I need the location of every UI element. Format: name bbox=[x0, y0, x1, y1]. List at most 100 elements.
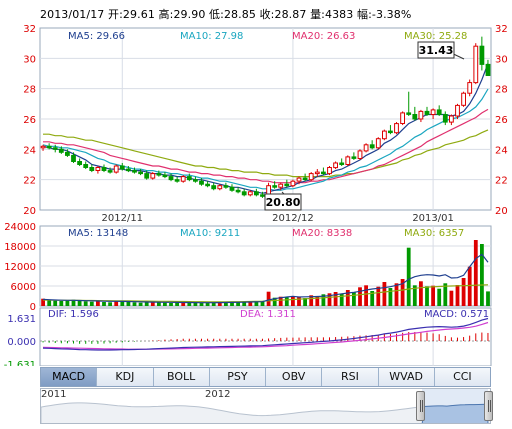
candle-up bbox=[394, 123, 399, 134]
volume-bar bbox=[83, 301, 88, 306]
candle-down bbox=[46, 145, 52, 149]
candle-down bbox=[412, 114, 418, 120]
volume-bar bbox=[467, 266, 472, 306]
indicator-tabs: MACD KDJ BOLL PSY OBV RSI WVAD CCI bbox=[40, 367, 491, 387]
candle-up bbox=[467, 82, 473, 94]
candle-up bbox=[400, 112, 406, 125]
volume-bar bbox=[406, 247, 411, 306]
price-tick-label-left: 20 bbox=[23, 206, 36, 217]
candle-up bbox=[314, 171, 320, 175]
volume-bar bbox=[376, 286, 381, 306]
volume-bar bbox=[47, 300, 52, 306]
candle-down bbox=[321, 171, 326, 175]
volume-bar bbox=[157, 302, 161, 306]
tab-wvad[interactable]: WVAD bbox=[379, 368, 435, 386]
volume-bar bbox=[120, 301, 125, 306]
tab-cci[interactable]: CCI bbox=[435, 368, 490, 386]
price-axis-right: 20 22 24 26 28 30 32 bbox=[495, 24, 508, 217]
volume-bar bbox=[102, 302, 106, 306]
candle-down bbox=[193, 179, 198, 182]
candle-up bbox=[327, 167, 332, 175]
tab-macd[interactable]: MACD bbox=[41, 368, 98, 386]
candle-up bbox=[345, 156, 351, 165]
stock-chart[interactable]: 20222426283032 20222426283032 2012/11 201… bbox=[0, 0, 512, 366]
macd-tick-label: 0.000 bbox=[7, 337, 36, 348]
legend-ma20: MA20: 26.63 bbox=[292, 31, 355, 42]
volume-bar bbox=[297, 297, 301, 306]
candle-down bbox=[424, 110, 430, 115]
price-tick-label-left: 22 bbox=[23, 176, 36, 187]
navigator-selected-area bbox=[421, 403, 489, 423]
price-tick-label-right: 22 bbox=[495, 176, 508, 187]
candle-down bbox=[339, 162, 345, 165]
volume-bar bbox=[224, 302, 228, 306]
price-tick-label-left: 32 bbox=[23, 24, 36, 35]
candle-up bbox=[150, 173, 156, 179]
candle-down bbox=[107, 170, 113, 173]
tab-boll[interactable]: BOLL bbox=[154, 368, 210, 386]
volume-bar bbox=[419, 281, 423, 306]
candle-down bbox=[205, 183, 210, 187]
volume-bar bbox=[480, 244, 484, 306]
candle-down bbox=[58, 148, 64, 153]
candle-up bbox=[461, 92, 467, 106]
navigator-year-2011: 2011 bbox=[41, 389, 67, 400]
candle-up bbox=[40, 145, 46, 149]
candle-down bbox=[119, 165, 125, 170]
price-axis-left: 20 22 24 26 28 30 32 bbox=[23, 24, 36, 217]
candle-down bbox=[229, 186, 235, 191]
vol-legend-ma5: MA5: 13148 bbox=[68, 228, 128, 239]
price-tick-label-left: 30 bbox=[23, 54, 36, 65]
volume-bar bbox=[382, 282, 387, 306]
navigator-right-handle[interactable] bbox=[484, 391, 493, 421]
candle-up bbox=[290, 180, 296, 187]
tab-obv[interactable]: OBV bbox=[266, 368, 323, 386]
candle-up bbox=[363, 144, 369, 152]
volume-bar bbox=[358, 287, 362, 306]
candle-down bbox=[406, 112, 412, 115]
candle-up bbox=[113, 165, 119, 173]
volume-bar bbox=[254, 302, 259, 306]
candle-down bbox=[223, 185, 229, 188]
volume-bar bbox=[364, 285, 368, 306]
date-axis: 2012/11 2012/12 2013/01 bbox=[102, 213, 454, 224]
volume-bar bbox=[77, 301, 82, 306]
candle-down bbox=[71, 154, 76, 162]
volume-bar bbox=[65, 300, 70, 306]
candle-down bbox=[436, 109, 442, 116]
candle-down bbox=[485, 63, 491, 77]
tab-kdj[interactable]: KDJ bbox=[97, 368, 154, 386]
volume-tick-label: 12000 bbox=[4, 262, 36, 273]
navigator-left-handle[interactable] bbox=[416, 391, 425, 421]
macd-legend-dea: DEA: 1.311 bbox=[240, 309, 296, 320]
candle-up bbox=[95, 167, 101, 171]
macd-tick-label: 1.631 bbox=[7, 314, 36, 325]
volume-bar bbox=[126, 302, 131, 306]
candle-down bbox=[388, 130, 393, 134]
price-tick-label-right: 26 bbox=[495, 115, 508, 126]
candle-down bbox=[199, 180, 204, 185]
candle-up bbox=[296, 177, 302, 182]
tab-psy[interactable]: PSY bbox=[210, 368, 266, 386]
candle-down bbox=[168, 176, 174, 181]
macd-tick-label: -1.631 bbox=[4, 360, 36, 366]
volume-bar bbox=[449, 290, 454, 306]
volume-bar bbox=[108, 302, 112, 306]
max-price-label: 31.43 bbox=[419, 44, 454, 57]
candle-down bbox=[241, 191, 247, 196]
volume-bar bbox=[266, 291, 271, 306]
volume-bar bbox=[486, 291, 490, 306]
candle-down bbox=[132, 170, 137, 173]
date-tick-label: 2013/01 bbox=[412, 213, 454, 224]
volume-bar bbox=[96, 301, 100, 306]
candle-up bbox=[217, 185, 223, 190]
volume-bar bbox=[473, 240, 478, 306]
candle-down bbox=[77, 161, 82, 165]
candle-down bbox=[156, 173, 162, 176]
candle-down bbox=[186, 176, 192, 181]
navigator-year-2012: 2012 bbox=[205, 389, 231, 400]
tab-rsi[interactable]: RSI bbox=[322, 368, 379, 386]
candle-down bbox=[442, 114, 448, 123]
candle-down bbox=[89, 167, 95, 171]
volume-tick-label: 24000 bbox=[4, 222, 36, 233]
